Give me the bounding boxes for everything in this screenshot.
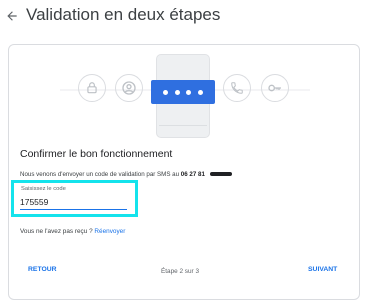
step-indicator: Étape 2 sur 3 — [161, 268, 200, 275]
confirm-heading: Confirmer le bon fonctionnement — [20, 148, 173, 160]
sms-notice-text: Nous venons d'envoyer un code de validat… — [20, 171, 180, 178]
page-title: Validation en deux étapes — [26, 5, 221, 24]
redacted-digits — [209, 172, 232, 177]
code-dot — [197, 89, 203, 95]
code-dot — [174, 89, 180, 95]
code-dot — [186, 89, 192, 95]
code-field-label: Saisissez le code — [21, 186, 66, 192]
code-dot — [163, 89, 169, 95]
key-icon — [261, 74, 289, 102]
code-input[interactable] — [20, 195, 127, 210]
top-bar: Validation en deux étapes — [0, 0, 368, 36]
next-button[interactable]: SUIVANT — [308, 266, 337, 273]
back-button[interactable]: RETOUR — [28, 266, 57, 273]
resend-link[interactable]: Réenvoyer — [94, 228, 125, 235]
phone-number: 06 27 81 — [180, 171, 205, 178]
resend-row: Vous ne l'avez pas reçu ? Réenvoyer — [20, 228, 125, 235]
account-circle-icon — [115, 74, 143, 102]
phone-icon — [223, 74, 251, 102]
code-band — [151, 80, 215, 104]
lock-icon — [78, 74, 106, 102]
resend-prompt: Vous ne l'avez pas reçu ? — [20, 228, 93, 235]
arrow-back-icon[interactable] — [5, 9, 19, 23]
sms-notice: Nous venons d'envoyer un code de validat… — [20, 171, 232, 178]
phone-bottom-bar — [159, 125, 207, 136]
